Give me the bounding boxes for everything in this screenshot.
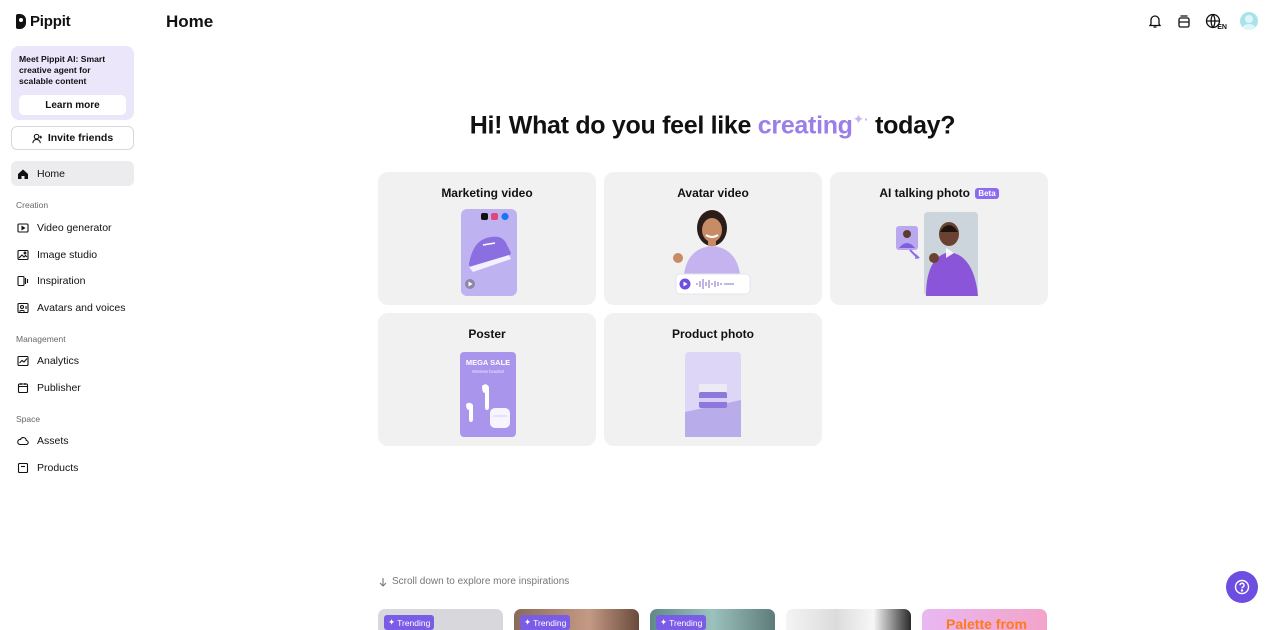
sidebar-item-label: Image studio xyxy=(37,248,98,261)
sidebar-item-label: Inspiration xyxy=(37,274,86,287)
user-add-icon xyxy=(32,133,42,143)
card-title: Poster xyxy=(468,327,506,341)
page-title: Home xyxy=(166,12,214,31)
section-label-space: Space xyxy=(16,414,41,424)
sparkle-icon: ✦ xyxy=(660,617,668,627)
headline-post: today? xyxy=(875,111,956,140)
section-label-creation: Creation xyxy=(16,200,49,210)
card-ai-talking-photo[interactable]: AI talking photo Beta xyxy=(830,172,1048,305)
card-poster[interactable]: Poster MEGA SALE Wireless headset xyxy=(378,313,596,446)
product-box-icon xyxy=(17,462,29,473)
inspiration-thumb-1[interactable]: ✦ Trending xyxy=(378,609,503,630)
card-title: Avatar video xyxy=(677,186,749,200)
avatar-video-illustration xyxy=(673,210,751,295)
sidebar-item-home[interactable]: Home xyxy=(11,161,134,186)
trending-badge: ✦ Trending xyxy=(384,615,435,630)
section-label-management: Management xyxy=(16,334,66,344)
scroll-hint: Scroll down to explore more inspirations xyxy=(378,576,569,587)
headline-pre: Hi! What do you feel like xyxy=(469,111,752,140)
inspiration-icon xyxy=(17,275,29,286)
sidebar-item-label: Products xyxy=(37,461,79,474)
arrow-down-icon xyxy=(379,577,387,587)
promo-text: Meet Pippit AI: Smart creative agent for… xyxy=(19,54,106,86)
promo-card: Meet Pippit AI: Smart creative agent for… xyxy=(11,46,134,120)
thumb-text: Palette from xyxy=(946,616,1027,630)
card-avatar-video[interactable]: Avatar video xyxy=(604,172,822,305)
trending-badge: ✦ Trending xyxy=(656,615,707,630)
sidebar-item-publisher[interactable]: Publisher xyxy=(11,375,134,400)
pippit-logo-icon xyxy=(16,14,26,29)
inspiration-thumb-2[interactable]: ✦ Trending xyxy=(514,609,639,630)
ai-talking-photo-illustration xyxy=(896,212,978,296)
video-generator-icon xyxy=(17,222,29,233)
sidebar-item-avatars-and-voices[interactable]: Avatars and voices xyxy=(11,295,134,320)
sidebar-item-label: Publisher xyxy=(37,381,81,394)
invite-friends-label: Invite friends xyxy=(47,132,114,144)
language-label: EN xyxy=(1217,24,1227,31)
sidebar-item-label: Analytics xyxy=(37,354,80,367)
headline: Hi! What do you feel like creating✦· tod… xyxy=(378,111,1047,140)
trending-label: Trending xyxy=(533,617,567,628)
trending-label: Trending xyxy=(397,617,431,628)
card-product-photo[interactable]: Product photo xyxy=(604,313,822,446)
sidebar-item-products[interactable]: Products xyxy=(11,455,134,480)
calendar-icon xyxy=(17,382,29,393)
help-button[interactable] xyxy=(1226,571,1258,603)
analytics-icon xyxy=(17,355,29,366)
sidebar-item-label: Avatars and voices xyxy=(37,301,126,314)
card-title: Product photo xyxy=(672,327,754,341)
trending-badge: ✦ Trending xyxy=(520,615,571,630)
sidebar-item-label: Assets xyxy=(37,434,69,447)
home-icon xyxy=(18,169,28,179)
cloud-icon xyxy=(17,436,29,445)
sparkle-icon: ✦· xyxy=(852,111,869,127)
bell-icon[interactable] xyxy=(1147,13,1163,29)
invite-friends-button[interactable]: Invite friends xyxy=(11,126,134,150)
question-icon xyxy=(1234,579,1250,595)
headline-accent: creating xyxy=(757,111,853,140)
sidebar-item-image-studio[interactable]: Image studio xyxy=(11,242,134,267)
logo[interactable]: Pippit xyxy=(16,13,71,30)
poster-headline: MEGA SALE xyxy=(466,358,510,367)
product-photo-illustration xyxy=(685,352,741,437)
poster-subline: Wireless headset xyxy=(472,369,505,374)
trending-label: Trending xyxy=(669,617,703,628)
sidebar-item-inspiration[interactable]: Inspiration xyxy=(11,268,134,293)
inspiration-thumb-4[interactable] xyxy=(786,609,911,630)
card-title: Marketing video xyxy=(441,186,533,200)
sidebar-item-analytics[interactable]: Analytics xyxy=(11,348,134,373)
avatar[interactable] xyxy=(1240,12,1258,30)
inspiration-thumb-5[interactable]: Palette from xyxy=(922,609,1047,630)
sidebar: Pippit Meet Pippit AI: Smart creative ag… xyxy=(0,0,145,630)
top-toolbar: EN xyxy=(1147,12,1258,31)
sparkle-icon: ✦ xyxy=(388,617,396,627)
stack-icon[interactable] xyxy=(1176,13,1192,29)
sidebar-item-label: Video generator xyxy=(37,221,112,234)
scroll-hint-text: Scroll down to explore more inspirations xyxy=(392,576,570,587)
card-title: AI talking photo Beta xyxy=(830,186,1048,200)
avatar-voice-icon xyxy=(17,302,29,313)
sidebar-item-assets[interactable]: Assets xyxy=(11,428,134,453)
logo-text: Pippit xyxy=(30,13,71,30)
sidebar-item-label: Home xyxy=(37,167,66,180)
sidebar-item-video-generator[interactable]: Video generator xyxy=(11,215,134,240)
language-switcher[interactable]: EN xyxy=(1205,13,1227,31)
learn-more-button[interactable]: Learn more xyxy=(19,95,126,115)
inspiration-thumb-3[interactable]: ✦ Trending xyxy=(650,609,775,630)
sparkle-icon: ✦ xyxy=(524,617,532,627)
beta-badge: Beta xyxy=(975,188,999,199)
image-studio-icon xyxy=(17,249,29,260)
marketing-video-illustration xyxy=(461,209,517,296)
card-title-text: AI talking photo xyxy=(879,186,970,200)
card-marketing-video[interactable]: Marketing video xyxy=(378,172,596,305)
poster-illustration: MEGA SALE Wireless headset xyxy=(460,352,516,437)
